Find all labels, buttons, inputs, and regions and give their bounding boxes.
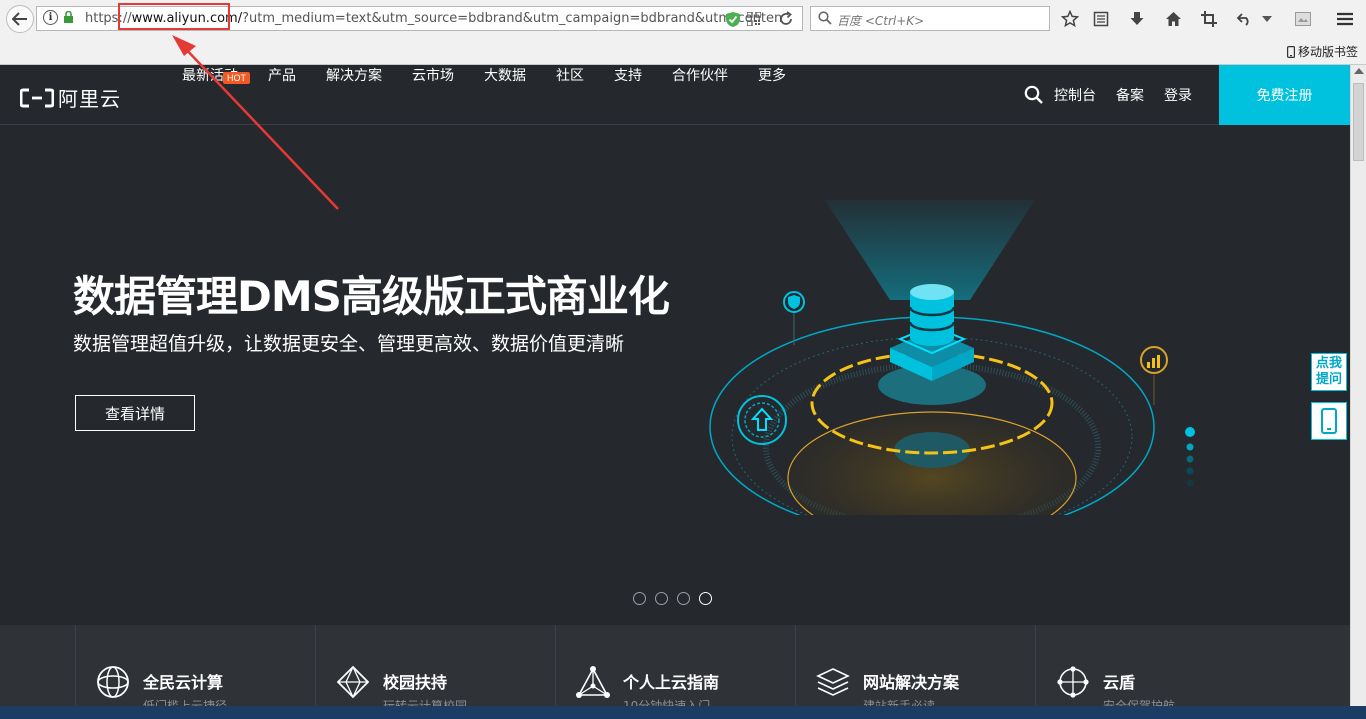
shield-globe-icon xyxy=(1057,666,1089,698)
feature-card[interactable]: 校园扶持 玩转云计算校园 xyxy=(315,625,555,719)
os-taskbar xyxy=(0,706,1366,719)
screenshot-crop-icon[interactable] xyxy=(1198,8,1220,30)
carousel-dots xyxy=(633,592,712,605)
site-info-icon[interactable]: i xyxy=(43,10,58,25)
nav-big-data[interactable]: 大数据 xyxy=(484,65,526,125)
view-details-button[interactable]: 查看详情 xyxy=(75,395,195,431)
back-button[interactable] xyxy=(6,5,34,33)
back-arrow-icon xyxy=(12,12,27,26)
bookmark-star-icon[interactable] xyxy=(1059,8,1081,30)
carousel-dot-active[interactable] xyxy=(699,592,712,605)
hero-title: 数据管理DMS高级版正式商业化 xyxy=(73,272,670,321)
nav-more[interactable]: 更多 xyxy=(758,65,786,125)
reading-list-icon[interactable] xyxy=(1090,8,1112,30)
download-icon[interactable] xyxy=(1126,8,1148,30)
search-icon xyxy=(818,11,832,25)
security-shield-icon[interactable] xyxy=(725,11,741,28)
header-actions: 控制台 备案 登录 xyxy=(1024,65,1212,125)
url-highlight-box xyxy=(118,3,230,30)
nav-products[interactable]: 产品 xyxy=(268,65,296,125)
hot-badge: HOT xyxy=(223,72,250,84)
carousel-dot[interactable] xyxy=(633,592,646,605)
feature-card[interactable]: 全民云计算 低门槛上云捷径 xyxy=(75,625,315,719)
free-register-button[interactable]: 免费注册 xyxy=(1219,65,1350,125)
nav-solutions[interactable]: 解决方案 xyxy=(326,65,382,125)
login-link[interactable]: 登录 xyxy=(1164,85,1192,105)
feature-title: 个人上云指南 xyxy=(623,673,720,692)
feature-card[interactable]: 云盾 安全保驾护航 xyxy=(1035,625,1275,719)
nav-support[interactable]: 支持 xyxy=(614,65,642,125)
undo-close-tab-icon[interactable] xyxy=(1233,8,1255,30)
beian-link[interactable]: 备案 xyxy=(1116,85,1144,105)
feature-strip: 全民云计算 低门槛上云捷径 校园扶持 玩转云计算校园 个人上云指南 10分钟快速… xyxy=(0,625,1350,719)
home-icon[interactable] xyxy=(1162,8,1184,30)
mobile-phone-icon xyxy=(1321,408,1337,434)
nav-marketplace[interactable]: 云市场 xyxy=(412,65,454,125)
aliyun-logo-icon xyxy=(20,88,54,107)
mobile-bookmarks-label: 移动版书签 xyxy=(1297,45,1358,59)
feature-title: 网站解决方案 xyxy=(863,673,960,692)
triangle-nodes-icon xyxy=(576,666,610,698)
reload-icon[interactable] xyxy=(777,10,795,28)
globe-orbit-icon xyxy=(97,666,129,698)
feature-title: 校园扶持 xyxy=(383,673,448,692)
dropdown-arrow-icon[interactable] xyxy=(1260,8,1274,30)
site-search-icon[interactable] xyxy=(1024,85,1044,105)
search-bar[interactable]: 百度 <Ctrl+K> xyxy=(810,6,1050,31)
hero-database-illustration xyxy=(709,200,1195,515)
feature-title: 云盾 xyxy=(1103,673,1136,692)
main-nav: 最新活动 HOT 产品 解决方案 云市场 大数据 社区 支持 合作伙伴 更多 xyxy=(182,65,816,125)
logo-text: 阿里云 xyxy=(58,87,121,111)
ask-question-button[interactable]: 点我提问 xyxy=(1311,353,1347,391)
feature-card[interactable]: 网站解决方案 建站新手必读 xyxy=(795,625,1035,719)
lock-icon xyxy=(64,11,73,23)
nav-partners[interactable]: 合作伙伴 xyxy=(672,65,728,125)
carousel-dot[interactable] xyxy=(677,592,690,605)
menu-hamburger-icon[interactable] xyxy=(1334,8,1356,30)
feature-title: 全民云计算 xyxy=(143,673,224,692)
hero-subtitle: 数据管理超值升级，让数据更安全、管理更高效、数据价值更清晰 xyxy=(73,333,625,355)
scroll-up-arrow-icon[interactable] xyxy=(1354,68,1364,74)
feature-card[interactable]: 个人上云指南 10分钟快速入门 xyxy=(555,625,795,719)
url-query: ?utm_medium=text&utm_source=bdbrand&utm_… xyxy=(242,11,783,26)
page-content: 阿里云 最新活动 HOT 产品 解决方案 云市场 大数据 社区 支持 合作伙伴 … xyxy=(0,65,1350,719)
qr-code-icon[interactable] xyxy=(747,12,761,26)
diamond-network-icon xyxy=(336,665,370,699)
vertical-scrollbar[interactable] xyxy=(1350,65,1366,719)
layers-stack-icon xyxy=(816,668,850,696)
nav-latest-events[interactable]: 最新活动 HOT xyxy=(182,65,250,125)
nav-community[interactable]: 社区 xyxy=(556,65,584,125)
site-header: 阿里云 最新活动 HOT 产品 解决方案 云市场 大数据 社区 支持 合作伙伴 … xyxy=(0,65,1350,125)
carousel-dot[interactable] xyxy=(655,592,668,605)
search-placeholder: 百度 <Ctrl+K> xyxy=(837,14,925,28)
mobile-bookmarks-link[interactable]: 移动版书签 xyxy=(1286,43,1358,60)
console-link[interactable]: 控制台 xyxy=(1054,85,1096,105)
aliyun-logo[interactable]: 阿里云 xyxy=(20,83,121,112)
bookmarks-bar: 移动版书签 xyxy=(0,38,1366,64)
phone-icon xyxy=(1286,45,1295,58)
scrollbar-thumb[interactable] xyxy=(1353,83,1364,161)
mobile-app-button[interactable] xyxy=(1311,402,1347,440)
extension-icon[interactable] xyxy=(1292,8,1314,30)
